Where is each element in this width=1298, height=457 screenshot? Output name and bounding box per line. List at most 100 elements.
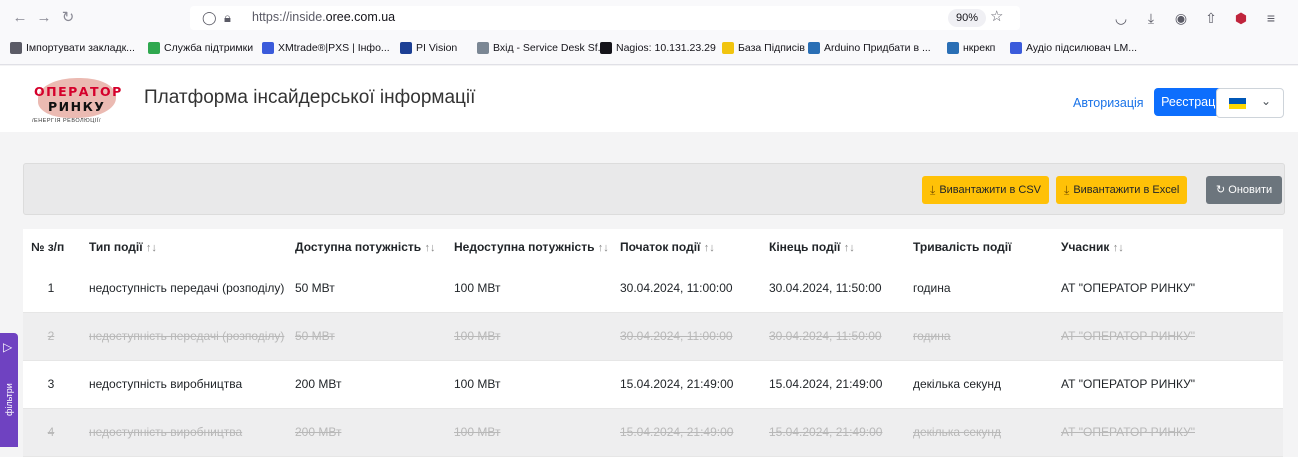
bookmark-item[interactable]: Імпортувати закладк... [10,42,135,54]
browser-nav-row: ← → ↻ ◯ 🔒︎ https://inside.oree.com.ua 90… [0,0,1298,36]
filters-tab[interactable]: ▷ фільтри [0,333,18,447]
cell-number: 1 [47,281,55,295]
cell-unavailable-capacity: 100 МВт [454,329,501,343]
audio-icon [1010,42,1022,54]
language-select[interactable]: ⌄ [1216,86,1284,118]
bookmark-label: нкрекп [963,42,996,54]
cell-participant: АТ "ОПЕРАТОР РИНКУ" [1061,281,1195,295]
bookmark-item[interactable]: Вхід - Service Desk Sf... [477,42,606,54]
cell-duration: година [913,281,951,295]
header-col-available-capacity[interactable]: Доступна потужність ↑↓ [295,240,436,254]
logo-line-1: ОПЕРАТОР [34,84,123,99]
table-row[interactable]: 4 недоступність виробництва 200 МВт 100 МВт… [23,409,1283,457]
cell-event-type: недоступність виробництва [89,425,243,439]
servicedesk-icon [477,42,489,54]
bookmark-label: Аудіо підсилювач LM... [1026,42,1138,54]
cell-start: 30.04.2024, 11:00:00 [620,329,733,343]
app-menu-icon[interactable]: ≡ [1262,8,1280,28]
url-bar[interactable]: ◯ 🔒︎ https://inside.oree.com.ua 90% ☆ [190,6,1020,30]
browser-chrome: ← → ↻ ◯ 🔒︎ https://inside.oree.com.ua 90… [0,0,1298,65]
cell-start: 15.04.2024, 21:49:00 [620,425,734,439]
bookmark-label: Вхід - Service Desk Sf... [493,42,607,54]
cell-end: 30.04.2024, 11:50:00 [769,329,882,343]
back-arrow-icon[interactable]: ← [10,8,30,28]
sort-arrows-icon[interactable]: ↑↓ [1113,242,1124,254]
pocket-icon[interactable]: ◡ [1112,8,1130,28]
lock-icon[interactable]: 🔒︎ [224,8,231,28]
share-icon[interactable]: ⇧ [1202,8,1220,28]
export-excel-label: Вивантажити в Excel [1073,184,1180,196]
sort-arrows-icon[interactable]: ↑↓ [844,242,855,254]
cell-start: 30.04.2024, 11:00:00 [620,281,733,295]
header-label: Початок події [620,240,701,254]
bookmark-star-icon[interactable]: ☆ [990,7,1003,27]
header-label: Доступна потужність [295,240,422,254]
filter-funnel-icon[interactable]: ▷ [3,341,12,353]
ublock-icon[interactable]: ⬢ [1232,8,1250,28]
actions-panel: ⤓ Вивантажити в CSV ⤓ Вивантажити в Exce… [23,163,1285,215]
cell-end: 15.04.2024, 21:49:00 [769,377,883,391]
sort-arrows-icon[interactable]: ↑↓ [425,242,436,254]
cell-participant: АТ "ОПЕРАТОР РИНКУ" [1061,329,1195,343]
support-icon [148,42,160,54]
sort-arrows-icon[interactable]: ↑↓ [704,242,715,254]
import-icon [10,42,22,54]
table-row[interactable]: 1 недоступність передачі (розподілу) 50 МВ… [23,265,1283,313]
bookmark-item[interactable]: Служба підтримки [148,42,253,54]
export-csv-button[interactable]: ⤓ Вивантажити в CSV [922,176,1049,204]
table-header: № з/п Тип події ↑↓ Доступна потужність ↑↓ Н… [23,229,1283,266]
header-label: Недоступна потужність [454,240,595,254]
download-icon: ⤓ [1064,183,1070,197]
cell-duration: декілька секунд [913,425,1002,439]
account-icon[interactable]: ◉ [1172,8,1190,28]
site-logo[interactable]: ОПЕРАТОР РИНКУ /ЕНЕРГІЯ РЕВОЛЮЦІЇ/ [30,78,126,124]
header-col-event-type[interactable]: Тип події ↑↓ [89,240,157,254]
url-text[interactable]: https://inside.oree.com.ua [252,10,395,24]
table-row[interactable]: 3 недоступність виробництва 200 МВт 100 МВт… [23,361,1283,409]
refresh-button[interactable]: ↻ Оновити [1206,176,1283,204]
cell-number: 4 [47,425,55,439]
cell-available-capacity: 200 МВт [295,425,342,439]
bookmark-item[interactable]: Аудіо підсилювач LM... [1010,42,1137,54]
bookmark-label: Імпортувати закладк... [26,42,135,54]
bookmark-item[interactable]: PI Vision [400,42,457,54]
chevron-down-icon[interactable]: ⌄ [1261,94,1271,108]
language-select-box[interactable]: ⌄ [1216,88,1284,118]
header-col-unavailable-capacity[interactable]: Недоступна потужність ↑↓ [454,240,609,254]
download-icon[interactable]: ⤓ [1142,8,1160,28]
export-csv-label: Вивантажити в CSV [939,184,1041,196]
shield-outline-icon[interactable]: ◯ [202,8,217,28]
cell-unavailable-capacity: 100 МВт [454,425,501,439]
sort-arrows-icon[interactable]: ↑↓ [146,242,157,254]
sort-arrows-icon[interactable]: ↑↓ [598,242,609,254]
site-header: ОПЕРАТОР РИНКУ /ЕНЕРГІЯ РЕВОЛЮЦІЇ/ Платф… [0,66,1298,132]
cell-unavailable-capacity: 100 МВт [454,377,501,391]
logo-line-2: РИНКУ [48,99,106,114]
signature-icon [722,42,734,54]
bookmark-item[interactable]: База Підписів [722,42,805,54]
cell-end: 30.04.2024, 11:50:00 [769,281,882,295]
reload-icon[interactable]: ↻ [58,8,78,28]
forward-arrow-icon[interactable]: → [34,8,54,28]
header-label: Тип події [89,240,143,254]
cell-duration: декілька секунд [913,377,1002,391]
cell-available-capacity: 200 МВт [295,377,342,391]
header-label: Тривалість події [913,240,1012,254]
header-col-end[interactable]: Кінець події ↑↓ [769,240,855,254]
logo-line-3: /ЕНЕРГІЯ РЕВОЛЮЦІЇ/ [32,118,101,124]
export-excel-button[interactable]: ⤓ Вивантажити в Excel [1056,176,1188,204]
table-row[interactable]: 2 недоступність передачі (розподілу) 50 МВ… [23,313,1283,361]
header-col-start[interactable]: Початок події ↑↓ [620,240,715,254]
filters-label: фільтри [4,383,14,416]
arduino-icon [808,42,820,54]
bookmark-item[interactable]: XMtrade®|PXS | Інфо... [262,42,390,54]
bookmark-label: База Підписів [738,42,805,54]
login-link[interactable]: Авторизація [1073,96,1144,110]
header-col-participant[interactable]: Учасник ↑↓ [1061,240,1124,254]
zoom-level[interactable]: 90% [948,9,987,27]
bookmark-item[interactable]: Nagios: 10.131.23.29 [600,42,716,54]
bookmark-item[interactable]: Arduino Придбати в ... [808,42,931,54]
cell-number: 2 [47,329,55,343]
bookmark-item[interactable]: нкрекп [947,42,995,54]
cell-participant: АТ "ОПЕРАТОР РИНКУ" [1061,377,1195,391]
